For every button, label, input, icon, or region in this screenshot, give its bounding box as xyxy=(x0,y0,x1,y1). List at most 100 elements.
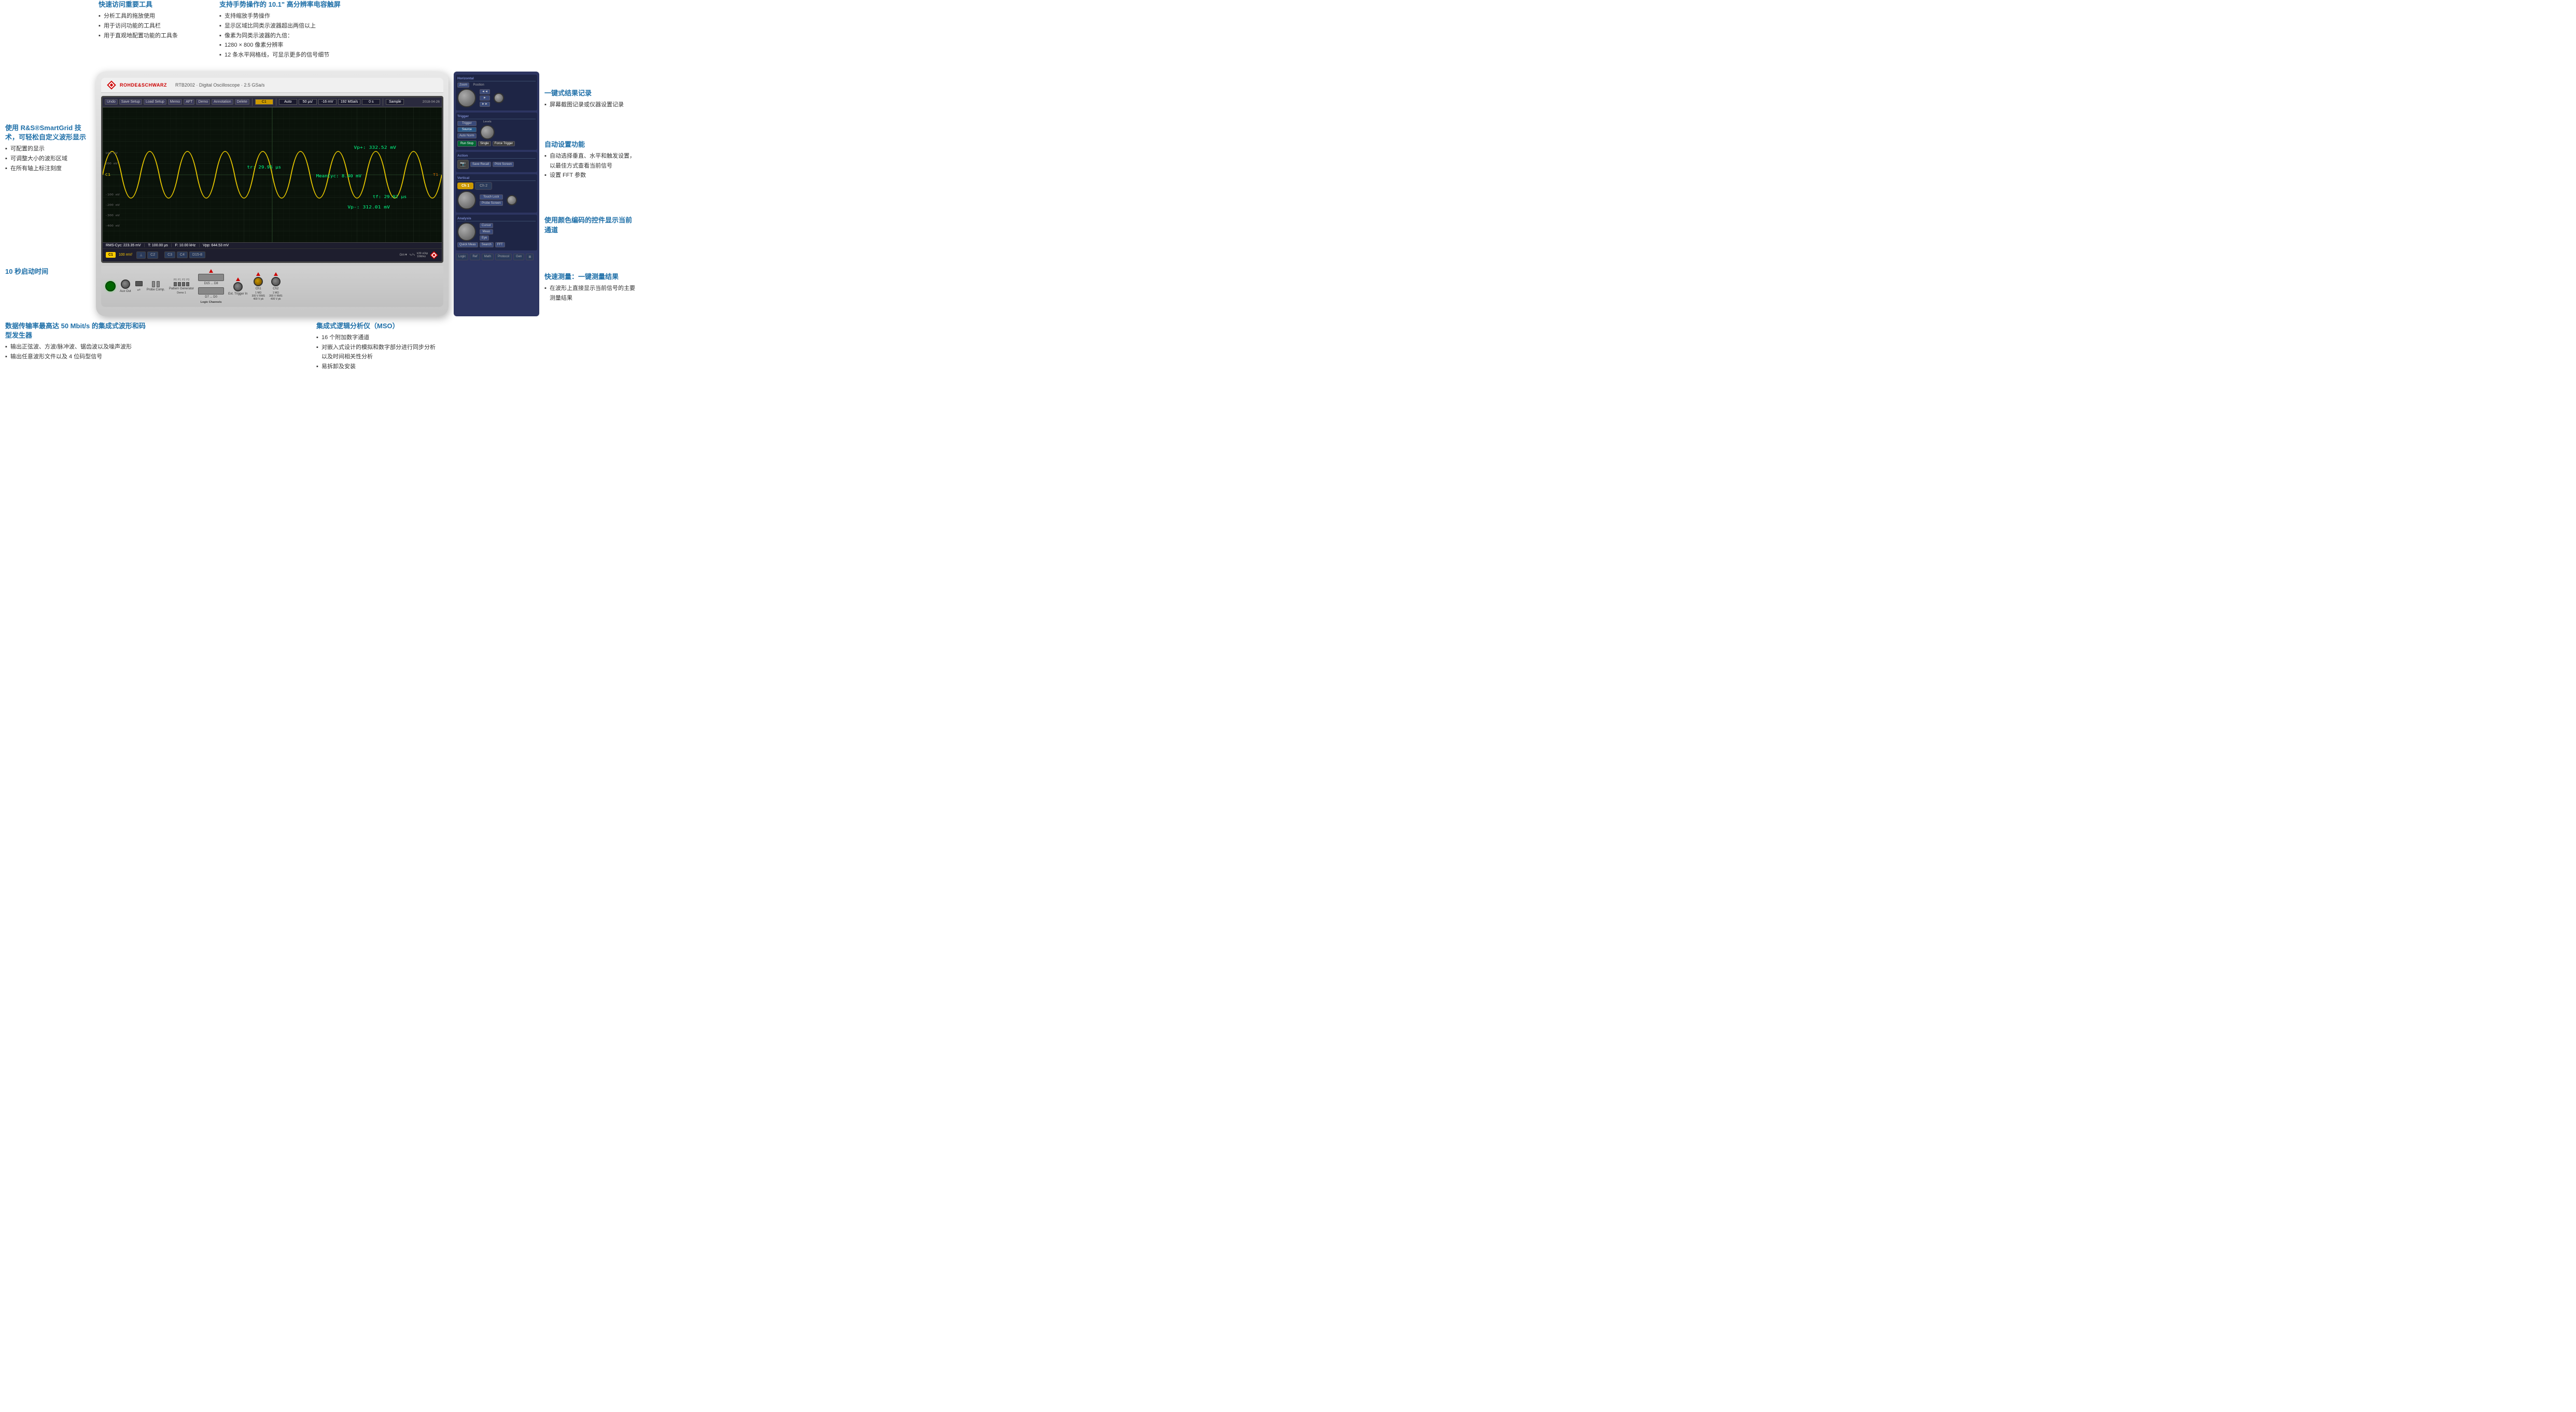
fft-btn[interactable]: FFT xyxy=(495,242,505,247)
print-screen-btn[interactable]: Print Screen xyxy=(493,162,514,167)
math-btn[interactable]: Math xyxy=(482,254,494,260)
auto-norm-btn[interactable]: Auto Norm xyxy=(457,133,477,138)
ts-item-1: 支持缩放手势操作 xyxy=(219,11,341,21)
protocol-btn[interactable]: Protocol xyxy=(495,254,512,260)
zoom-btn[interactable]: Zoom xyxy=(457,82,469,88)
nav-next-btn[interactable]: ► xyxy=(480,95,490,101)
apps-btn[interactable]: ⊞ xyxy=(526,254,534,260)
quick-meas-btn[interactable]: Quick Meas xyxy=(457,242,478,247)
analysis-section: Analysis Cursor Meas Eye Quick Meas Sear… xyxy=(456,215,537,250)
right-annotations: 一键式结果记录 屏幕截图记录或仪器设置记录 自动设置功能 自动选择垂直、水平和触… xyxy=(539,72,638,316)
ts-item-5: 12 条水平网格线，可显示更多的信号细节 xyxy=(219,50,341,60)
gen-btn[interactable]: Gen xyxy=(513,254,524,260)
vertical-side-btns: Touch Lock Probe Screen xyxy=(480,194,503,206)
touch-lock-btn[interactable]: Touch Lock xyxy=(480,194,503,200)
demo-btn[interactable]: Demo xyxy=(196,99,210,105)
svg-text:200 mV: 200 mV xyxy=(105,162,118,165)
action-title: Action xyxy=(457,154,536,159)
one-key-record-title: 一键式结果记录 xyxy=(544,89,638,98)
load-setup-btn[interactable]: Load Setup xyxy=(144,99,166,105)
annotation-btn[interactable]: Annotation xyxy=(212,99,233,105)
source-btn[interactable]: Source xyxy=(457,127,477,132)
qa-item-1: 分析工具的拖放使用 xyxy=(99,11,178,21)
horizontal-nav: ◄◄ ► ►► xyxy=(480,89,490,107)
toolbar-sep-1 xyxy=(252,99,253,106)
oscilloscope-center: ROHDE&SCHWARZ RTB2002 · Digital Oscillos… xyxy=(96,72,452,316)
left-annotations: 使用 R&S®SmartGrid 技术，可轻松自定义波形显示 可配置的显示 可调… xyxy=(5,72,96,316)
memo-btn[interactable]: Memo xyxy=(168,99,182,105)
ch-scale-display: 100 mV/ xyxy=(119,253,132,257)
analysis-knob[interactable] xyxy=(457,222,476,241)
vertical-position-knob[interactable] xyxy=(457,191,476,209)
ref-btn[interactable]: Ref xyxy=(470,254,480,260)
p1-label: P1 xyxy=(178,278,181,282)
nav-prev-btn[interactable]: ◄◄ xyxy=(480,89,490,94)
voltage-display: -16 mV xyxy=(318,99,337,105)
ch1-active-btn[interactable]: C1 xyxy=(106,252,116,258)
logic-channels-group: D15 ... D8 D7 ... D0 Logic Channels xyxy=(198,269,224,304)
c3-btn[interactable]: C3 xyxy=(164,251,175,258)
as-item-2: 设置 FFT 参数 xyxy=(544,171,638,180)
search-btn[interactable]: Search xyxy=(480,242,494,247)
trigger-btn[interactable]: Trigger xyxy=(457,121,477,126)
c2-btn[interactable]: C2 xyxy=(147,251,158,259)
ch1-vertical-btn[interactable]: Ch 1 xyxy=(457,183,473,189)
run-stop-btn[interactable]: Run Stop xyxy=(457,141,477,147)
demo-label: Demo 1 xyxy=(177,291,186,295)
meas-btn[interactable]: Meas xyxy=(480,229,493,234)
vertical-scale-knob[interactable] xyxy=(507,195,517,205)
ch2-connector xyxy=(271,277,281,286)
brand-name: ROHDE&SCHWARZ xyxy=(120,82,167,88)
eye-btn[interactable]: Eye xyxy=(480,235,489,241)
okr-item-1: 屏幕截图记录或仪器设置记录 xyxy=(544,100,638,110)
pg-pin-row: P0 P1 P2 P3 xyxy=(174,278,190,282)
power-button[interactable] xyxy=(105,281,116,291)
aux-out-connector xyxy=(121,279,130,289)
horizontal-title: Horizontal xyxy=(457,77,536,81)
mso-title: 集成式逻辑分析仪（MSO） xyxy=(316,321,441,331)
sg-item-2: 可调整大小的波形区域 xyxy=(5,154,91,164)
coupling-btn[interactable]: ⊥ xyxy=(136,251,146,259)
vertical-ch-row: Ch 1 Ch 2 xyxy=(457,182,536,190)
aft-btn[interactable]: AFT xyxy=(184,99,194,105)
horizontal-position-knob[interactable] xyxy=(457,89,476,107)
force-trigger-btn[interactable]: Force Trigger xyxy=(493,141,515,146)
delete-btn[interactable]: Delete xyxy=(235,99,249,105)
cursor-btn[interactable]: Cursor xyxy=(480,223,493,228)
p0-label: P0 xyxy=(174,278,177,282)
zoom-info: Gm▼ ∿/∿ k39 sΩψ10MHz xyxy=(399,250,439,260)
undo-btn[interactable]: Undo xyxy=(105,99,118,105)
save-recall-btn[interactable]: Save Recall xyxy=(470,162,491,167)
nav-end-btn[interactable]: ►► xyxy=(480,102,490,107)
rs-logo-icon xyxy=(106,80,117,90)
annotation-boot-time: 10 秒启动时间 xyxy=(5,267,91,278)
logic-btn[interactable]: Logic xyxy=(456,254,468,260)
ts-item-3: 像素为同类示波器的九倍： xyxy=(219,31,341,41)
side-panel: Horizontal Zoom Position ◄◄ ► ►► T xyxy=(454,72,539,316)
smartgrid-title: 使用 R&S®SmartGrid 技术，可轻松自定义波形显示 xyxy=(5,123,91,142)
rms-display: RMS-Cyc: 223.35 mV xyxy=(106,244,141,247)
status-bar: RMS-Cyc: 223.35 mV | T: 100.00 μs | F: 1… xyxy=(103,242,442,248)
annotation-mso: 集成式逻辑分析仪（MSO） 16 个附加数字通道 对嵌入式设计的模拟和数字部分进… xyxy=(316,321,441,372)
pg-connector-row xyxy=(174,282,189,286)
rs-corner-logo xyxy=(429,250,439,260)
d15-8-btn[interactable]: D15-8 xyxy=(189,251,205,258)
save-setup-btn[interactable]: Save Setup xyxy=(119,99,142,105)
probe-screen-btn[interactable]: Probe Screen xyxy=(480,201,503,206)
svg-text:-100 mV: -100 mV xyxy=(105,193,120,196)
analysis-knob-row: Cursor Meas Eye xyxy=(457,222,536,241)
oscilloscope-body: ROHDE&SCHWARZ RTB2002 · Digital Oscillos… xyxy=(96,72,449,316)
power-group xyxy=(105,281,116,291)
ch2-vertical-btn[interactable]: Ch 2 xyxy=(475,182,492,190)
single-btn[interactable]: Single xyxy=(478,141,491,146)
mso-item-1: 16 个附加数字通道 xyxy=(316,333,441,343)
annotation-auto-setup: 自动设置功能 自动选择垂直、水平和触发设置，以最佳方式查看当前信号 设置 FFT… xyxy=(544,140,638,180)
ext-trigger-label: Ext. Trigger In xyxy=(228,292,247,296)
horizontal-scale-knob[interactable] xyxy=(494,93,504,103)
quick-access-title: 快速访问重要工具 xyxy=(99,0,178,9)
c4-btn[interactable]: C4 xyxy=(177,251,188,258)
probe-pins xyxy=(152,281,160,287)
ch1-bottom-label: Ch1 xyxy=(256,287,261,290)
camera-icon[interactable]: 📷 xyxy=(457,160,469,169)
trigger-level-knob[interactable] xyxy=(480,125,495,139)
